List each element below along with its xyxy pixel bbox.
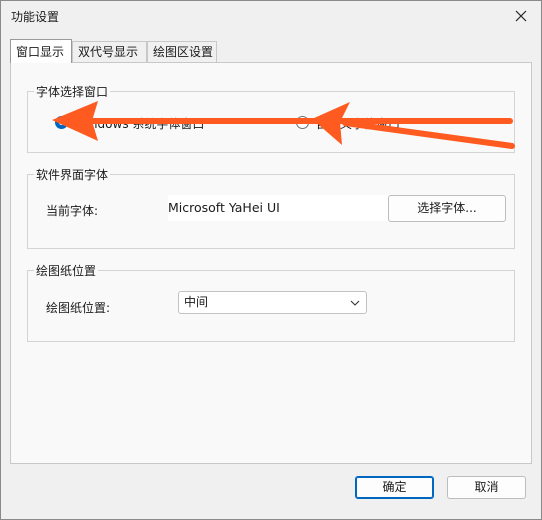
title-bar: 功能设置 [1,1,541,31]
radio-custom-font-dialog[interactable] [296,116,309,129]
ok-button[interactable]: 确定 [355,476,434,499]
choose-font-button[interactable]: 选择字体... [388,195,506,222]
paper-position-group: 绘图纸位置 绘图纸位置: 中间 [27,262,515,342]
tab-panel-window-display: 字体选择窗口 Windows 系统字体窗口 自定义字体窗口 软件界面字体 当前字… [10,62,532,464]
current-font-value: Microsoft YaHei UI [168,195,398,221]
paper-position-group-title: 绘图纸位置 [34,262,99,279]
radio-windows-font-dialog-label: Windows 系统字体窗口 [75,117,205,131]
paper-position-label: 绘图纸位置: [46,301,111,315]
paper-position-value: 中间 [184,295,209,309]
close-button[interactable] [501,1,541,31]
close-icon [515,10,527,22]
tab-window-display[interactable]: 窗口显示 [10,39,72,63]
current-font-label: 当前字体: [46,204,99,218]
radio-custom-font-dialog-label: 自定义字体窗口 [316,117,401,131]
paper-position-select[interactable]: 中间 [178,291,367,314]
cancel-button[interactable]: 取消 [447,476,526,499]
font-dialog-group: 字体选择窗口 Windows 系统字体窗口 自定义字体窗口 [27,83,515,153]
tab-double-code-display[interactable]: 双代号显示 [72,41,147,62]
radio-windows-font-dialog[interactable] [55,116,68,129]
ui-font-group: 软件界面字体 当前字体: Microsoft YaHei UI 选择字体... [27,166,515,249]
tab-drawing-area-settings[interactable]: 绘图区设置 [147,41,217,62]
chevron-down-icon [350,300,360,306]
ui-font-group-title: 软件界面字体 [34,166,111,183]
window-title: 功能设置 [11,10,60,24]
font-dialog-group-title: 字体选择窗口 [34,83,111,100]
settings-dialog: 功能设置 窗口显示 双代号显示 绘图区设置 字体选择窗口 Windows 系统字… [0,0,542,520]
